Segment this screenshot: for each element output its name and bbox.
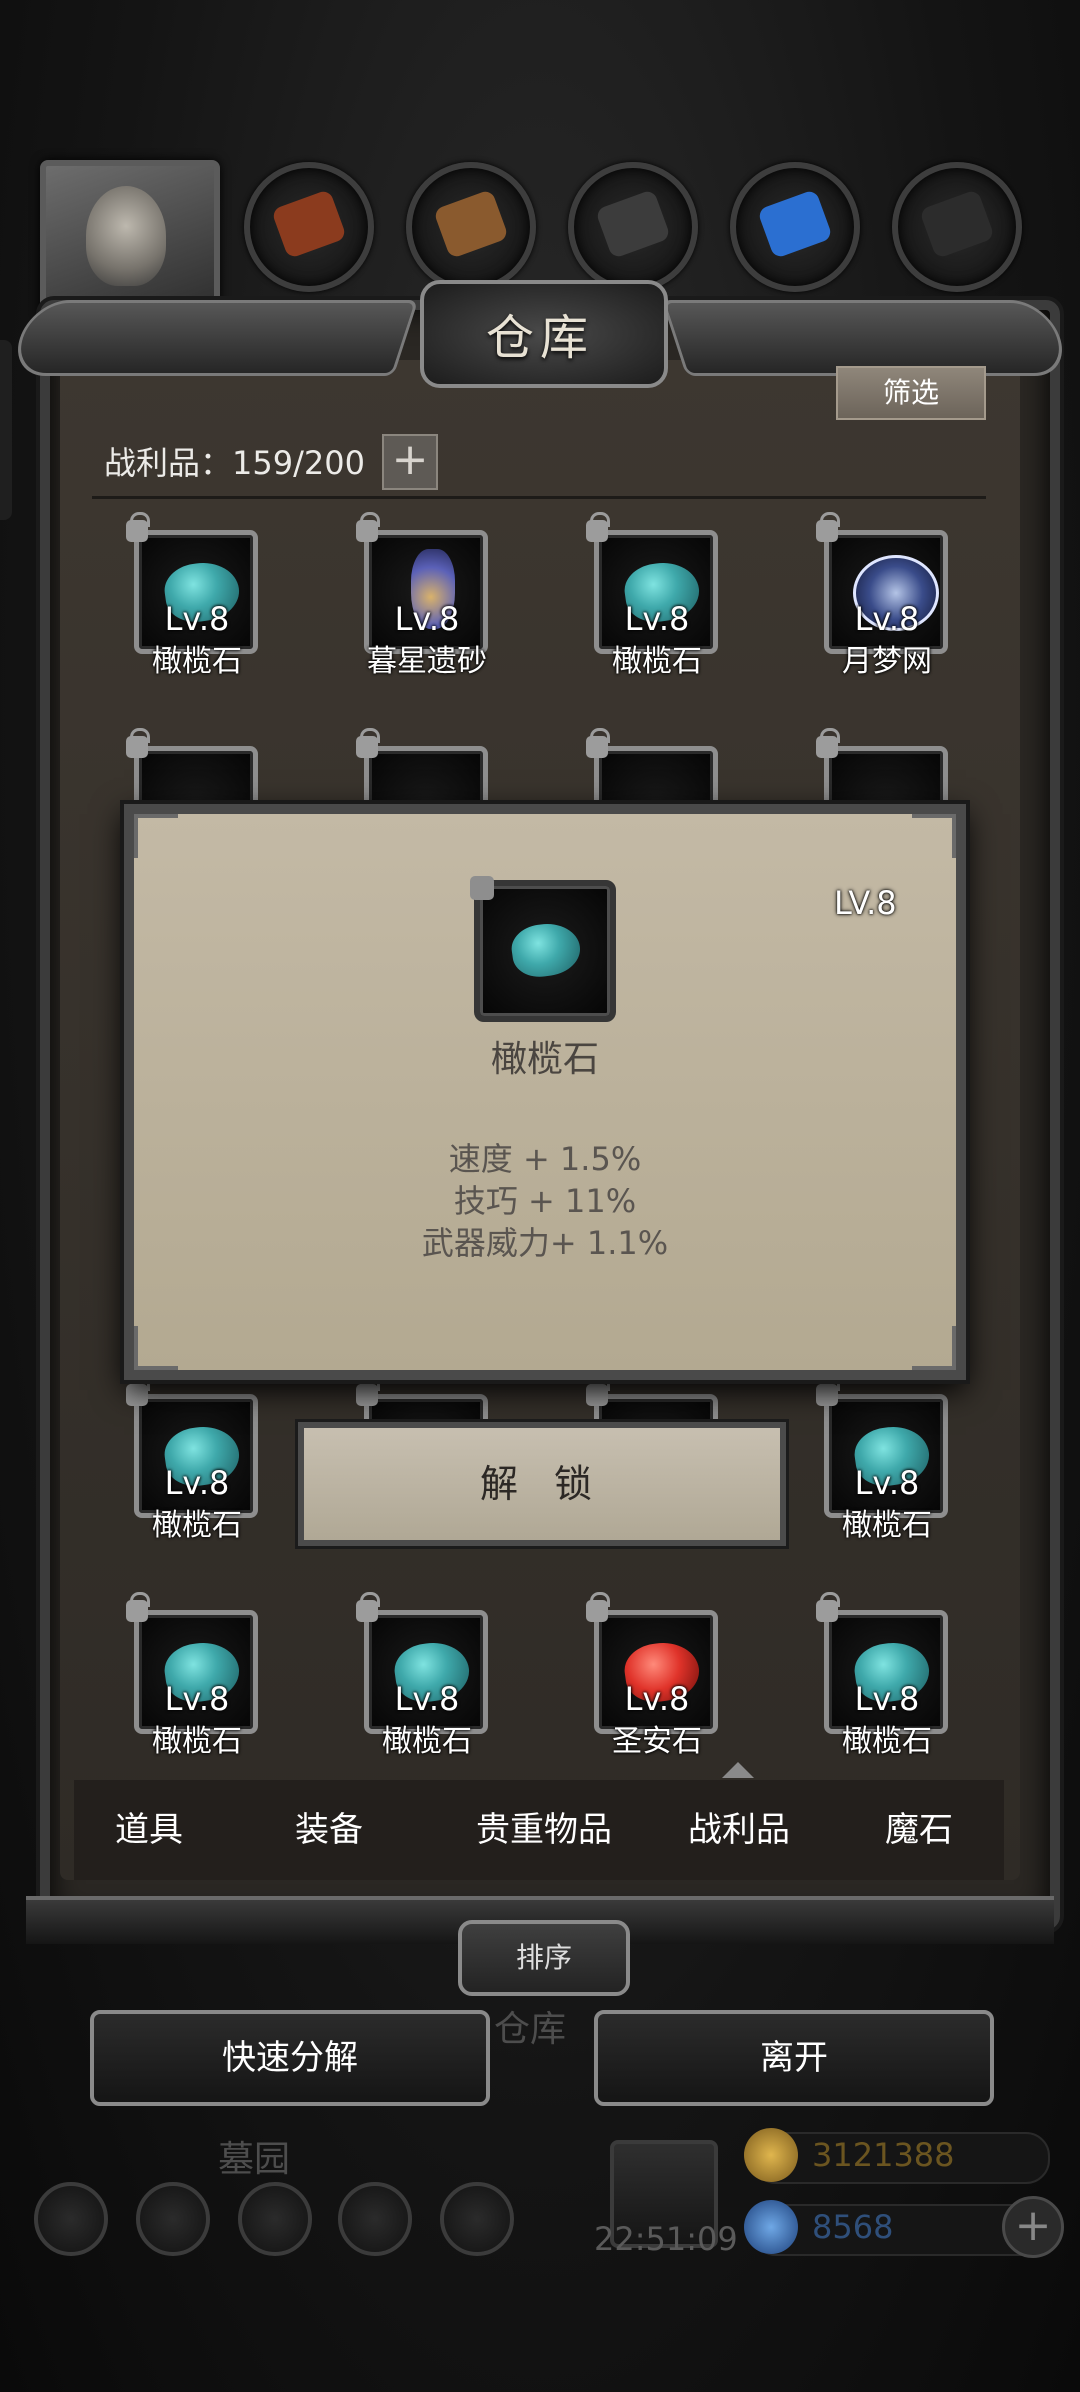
gold-coin-icon — [744, 2128, 798, 2182]
filter-button[interactable]: 筛选 — [836, 366, 986, 420]
item-name: 月梦网 — [842, 644, 932, 679]
lock-icon — [586, 1592, 610, 1622]
popup-corner — [912, 814, 956, 858]
lock-icon — [586, 1376, 610, 1406]
popup-corner — [134, 1326, 178, 1370]
item-slot[interactable]: Lv.8 橄榄石 — [586, 512, 720, 679]
item-level: Lv.8 — [394, 600, 460, 638]
lock-icon — [816, 1592, 840, 1622]
item-name: 橄榄石 — [842, 1724, 932, 1759]
lock-icon — [356, 1376, 380, 1406]
leave-button[interactable]: 离开 — [594, 2010, 994, 2106]
item-level: Lv.8 — [164, 1464, 230, 1502]
category-tabs: 道具 装备 贵重物品 战利品 魔石 — [74, 1780, 1004, 1880]
item-name: 橄榄石 — [612, 644, 702, 679]
item-level: Lv.8 — [394, 1680, 460, 1718]
item-slot[interactable]: Lv.8 圣安石 — [586, 1592, 720, 1759]
item-slot[interactable]: Lv.8 月梦网 — [816, 512, 950, 679]
settings-icon[interactable] — [34, 2182, 108, 2256]
guild-icon[interactable] — [238, 2182, 312, 2256]
lock-icon — [816, 512, 840, 542]
item-level: Lv.8 — [164, 1680, 230, 1718]
item-name: 橄榄石 — [842, 1508, 932, 1543]
popup-item-frame — [470, 876, 616, 1022]
olivine-gem-icon — [508, 919, 584, 981]
tab-equipment[interactable]: 装备 — [254, 1780, 404, 1880]
lock-icon — [816, 728, 840, 758]
divider — [92, 496, 986, 499]
item-slot[interactable]: Lv.8 橄榄石 — [126, 1592, 260, 1759]
popup-corner — [912, 1326, 956, 1370]
item-name: 橄榄石 — [152, 1508, 242, 1543]
item-level: Lv.8 — [854, 600, 920, 638]
lock-icon — [586, 728, 610, 758]
popup-corner — [134, 814, 178, 858]
stat-line: 技巧 + 11% — [453, 1182, 637, 1220]
gem-amount: 8568 — [812, 2208, 894, 2246]
item-slot[interactable]: Lv.8 橄榄石 — [816, 1592, 950, 1759]
lock-icon — [816, 1376, 840, 1406]
tab-items[interactable]: 道具 — [74, 1780, 224, 1880]
gold-amount: 3121388 — [812, 2136, 955, 2174]
dice-icon[interactable] — [440, 2182, 514, 2256]
blue-gem-icon — [744, 2200, 798, 2254]
item-level: Lv.8 — [624, 1680, 690, 1718]
item-detail-popup: LV.8 橄榄石 速度 + 1.5% 技巧 + 11% 武器威力+ 1.1% — [124, 804, 966, 1380]
item-slot[interactable]: Lv.8 橄榄石 — [356, 1592, 490, 1759]
item-slot[interactable]: Lv.8 橄榄石 — [816, 1376, 950, 1543]
tab-magic-stones[interactable]: 魔石 — [844, 1780, 994, 1880]
tab-valuables[interactable]: 贵重物品 — [444, 1780, 644, 1880]
item-level: Lv.8 — [854, 1680, 920, 1718]
sort-button[interactable]: 排序 — [458, 1920, 630, 1996]
mail-icon[interactable] — [338, 2182, 412, 2256]
title-wing-right — [661, 300, 1073, 376]
background-warehouse-label: 仓库 — [494, 2009, 567, 2050]
tab-loot[interactable]: 战利品 — [664, 1780, 814, 1880]
popup-item-name: 橄榄石 — [490, 1039, 599, 1080]
item-name: 橄榄石 — [382, 1724, 472, 1759]
lock-icon — [470, 876, 494, 900]
lock-icon — [126, 728, 150, 758]
lock-icon — [356, 728, 380, 758]
unlock-button[interactable]: 解 锁 — [298, 1422, 786, 1546]
active-tab-indicator — [722, 1762, 754, 1778]
stat-line: 速度 + 1.5% — [448, 1140, 642, 1178]
item-name: 橄榄石 — [152, 644, 242, 679]
item-level: Lv.8 — [854, 1464, 920, 1502]
lock-icon — [586, 512, 610, 542]
background-graveyard-label: 墓园 — [218, 2139, 291, 2180]
warehouse-title-plate: 仓库 — [0, 270, 1080, 388]
warehouse-title: 仓库 — [485, 310, 594, 366]
stat-line: 武器威力+ 1.1% — [421, 1224, 669, 1262]
item-name: 橄榄石 — [152, 1724, 242, 1759]
achievement-icon[interactable] — [136, 2182, 210, 2256]
item-name: 圣安石 — [612, 1724, 702, 1759]
title-wing-left — [7, 300, 419, 376]
item-level: Lv.8 — [624, 600, 690, 638]
lock-icon — [356, 512, 380, 542]
countdown-timer: 22:51:09 — [594, 2220, 738, 2258]
popup-item-level: LV.8 — [834, 884, 897, 922]
add-currency-button[interactable]: + — [1002, 2196, 1064, 2258]
lock-icon — [126, 1592, 150, 1622]
loot-capacity: 战利品：159/200 — [104, 444, 365, 482]
item-slot[interactable]: Lv.8 暮星遗砂 — [356, 512, 490, 679]
lock-icon — [126, 512, 150, 542]
quick-decompose-button[interactable]: 快速分解 — [90, 2010, 490, 2106]
item-slot[interactable]: Lv.8 橄榄石 — [126, 512, 260, 679]
lock-icon — [126, 1376, 150, 1406]
item-slot[interactable]: Lv.8 橄榄石 — [126, 1376, 260, 1543]
item-name: 暮星遗砂 — [367, 644, 487, 679]
lock-icon — [356, 1592, 380, 1622]
expand-capacity-button[interactable]: + — [382, 434, 438, 490]
item-level: Lv.8 — [164, 600, 230, 638]
